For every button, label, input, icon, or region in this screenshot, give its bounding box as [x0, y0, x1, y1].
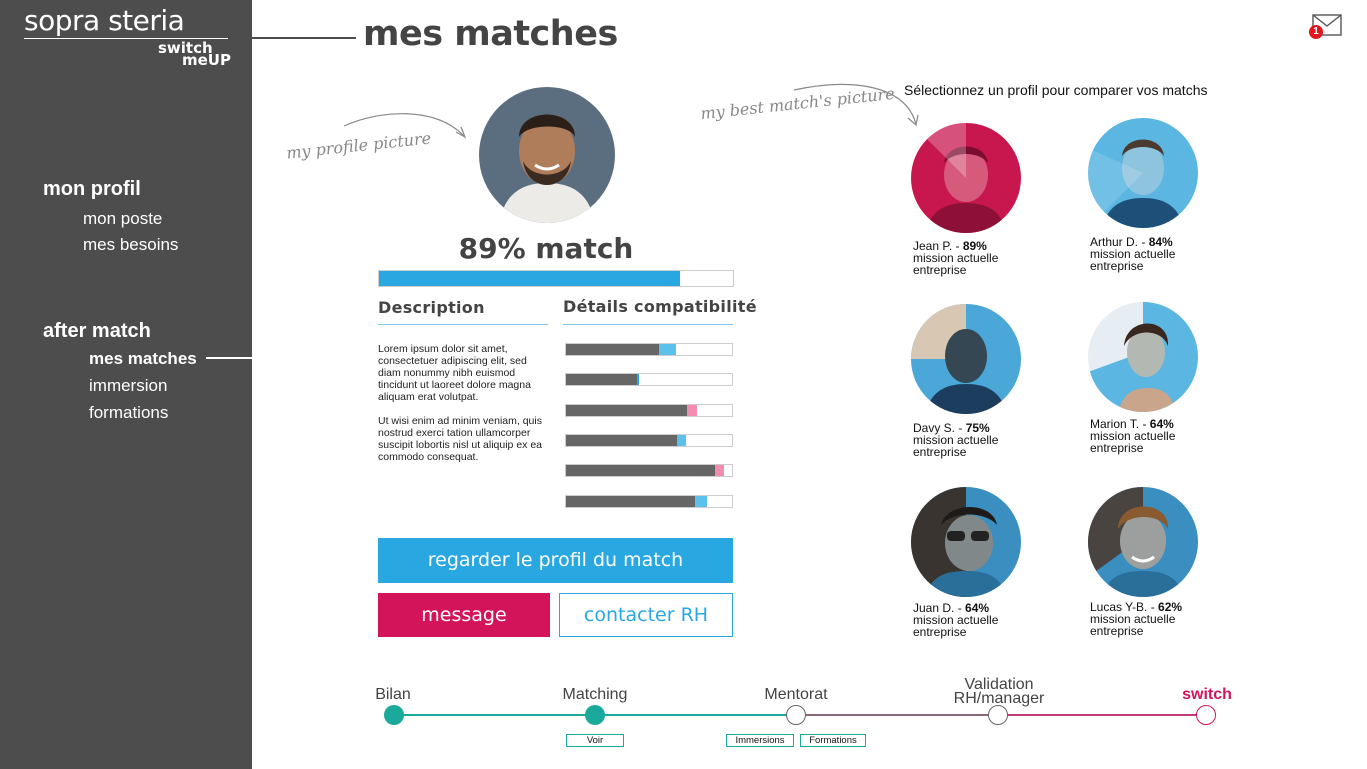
message-button[interactable]: message: [378, 593, 550, 637]
timeline-dot-mentorat[interactable]: [786, 705, 806, 725]
profile-avatar[interactable]: [479, 87, 615, 223]
compat-bar: [565, 495, 733, 508]
match-line: entreprise: [913, 263, 967, 277]
brand-name: sopra steria: [24, 4, 185, 37]
compat-bar-base: [566, 405, 688, 416]
compat-bar-accent: [637, 374, 640, 385]
contact-hr-button[interactable]: contacter RH: [559, 593, 733, 637]
timeline-line-final: [998, 714, 1206, 716]
compat-bar-base: [566, 344, 659, 355]
timeline-line-pending: [796, 714, 998, 716]
brand-logo: sopra steria: [24, 4, 185, 37]
compat-bar: [565, 434, 733, 447]
description-text: Lorem ipsum dolor sit amet, consectetuer…: [378, 343, 550, 475]
match-avatar-image: [911, 123, 1021, 233]
compat-bar-base: [566, 465, 716, 476]
timeline-step-bilan: Bilan: [375, 686, 411, 703]
compat-bar: [565, 343, 733, 356]
match-avatar[interactable]: [911, 304, 1021, 414]
compat-rule: [563, 324, 733, 325]
match-avatar[interactable]: [1088, 302, 1198, 412]
timeline-dot-validation[interactable]: [988, 705, 1008, 725]
nav-section-mon-profil[interactable]: mon profil: [43, 178, 141, 201]
match-avatar[interactable]: [1088, 487, 1198, 597]
app-root: sopra steria switch meUP mon profil mon …: [0, 0, 1367, 769]
voir-tag-button[interactable]: Voir: [566, 734, 624, 747]
timeline-dot-bilan[interactable]: [384, 705, 404, 725]
match-avatar[interactable]: [911, 487, 1021, 597]
sidebar: sopra steria switch meUP mon profil mon …: [0, 0, 252, 769]
nav-item-formations[interactable]: formations: [89, 403, 168, 423]
formations-tag-button[interactable]: Formations: [800, 734, 866, 747]
compat-bar-base: [566, 374, 638, 385]
compat-bar-base: [566, 435, 678, 446]
nav-item-mon-poste[interactable]: mon poste: [83, 209, 162, 229]
description-paragraph: Ut wisi enim ad minim veniam, quis nostr…: [378, 415, 543, 463]
annotation-arrow-icon: [793, 83, 919, 127]
title-rule: [252, 37, 356, 39]
compat-bar-base: [566, 496, 696, 507]
nav-item-mes-besoins[interactable]: mes besoins: [83, 235, 178, 255]
timeline-dot-switch[interactable]: [1196, 705, 1216, 725]
select-profile-hint: Sélectionnez un profil pour comparer vos…: [904, 82, 1208, 98]
match-avatar[interactable]: [911, 123, 1021, 233]
match-avatar[interactable]: [1088, 118, 1198, 228]
description-heading: Description: [378, 298, 485, 317]
timeline-dot-matching[interactable]: [585, 705, 605, 725]
match-line: entreprise: [1090, 259, 1144, 273]
notification-badge: 1: [1309, 25, 1323, 39]
active-nav-connector: [206, 357, 252, 359]
match-percentage: 89% match: [458, 232, 634, 265]
compat-bar-accent: [715, 465, 724, 476]
page-title: mes matches: [363, 14, 618, 54]
match-line: entreprise: [913, 445, 967, 459]
compat-bar: [565, 404, 733, 417]
timeline-step-matching: Matching: [562, 686, 628, 703]
compat-heading: Détails compatibilité: [563, 297, 757, 316]
match-avatar-image: [911, 487, 1021, 597]
view-match-profile-button[interactable]: regarder le profil du match: [378, 538, 733, 583]
timeline-step-mentorat: Mentorat: [764, 686, 828, 703]
compat-bar-accent: [677, 435, 686, 446]
compat-bar: [565, 373, 733, 386]
match-line: entreprise: [1090, 441, 1144, 455]
match-avatar-image: [1088, 118, 1198, 228]
timeline-step-validation: Validation RH/manager: [953, 676, 1045, 707]
match-progress-fill: [379, 271, 680, 286]
compat-bar-accent: [658, 344, 676, 355]
annotation-arrow-icon: [343, 113, 467, 139]
match-avatar-image: [1088, 487, 1198, 597]
match-line: entreprise: [1090, 624, 1144, 638]
nav-section-after-match[interactable]: after match: [43, 320, 151, 343]
nav-item-mes-matches[interactable]: mes matches: [89, 349, 197, 369]
compat-bar-accent: [695, 496, 708, 507]
description-paragraph: Lorem ipsum dolor sit amet, consectetuer…: [378, 343, 531, 403]
match-avatar-image: [911, 304, 1021, 414]
compat-bar-accent: [687, 405, 698, 416]
timeline-step-switch: switch: [1182, 686, 1232, 703]
match-avatar-image: [1088, 302, 1198, 412]
description-rule: [378, 324, 548, 325]
compat-bar: [565, 464, 733, 477]
nav-item-immersion[interactable]: immersion: [89, 376, 167, 396]
brand-sub-logo: switch meUP: [158, 41, 231, 68]
profile-avatar-image: [479, 87, 615, 223]
match-line: entreprise: [913, 625, 967, 639]
match-progress-bar: [378, 270, 734, 287]
immersions-tag-button[interactable]: Immersions: [726, 734, 794, 747]
